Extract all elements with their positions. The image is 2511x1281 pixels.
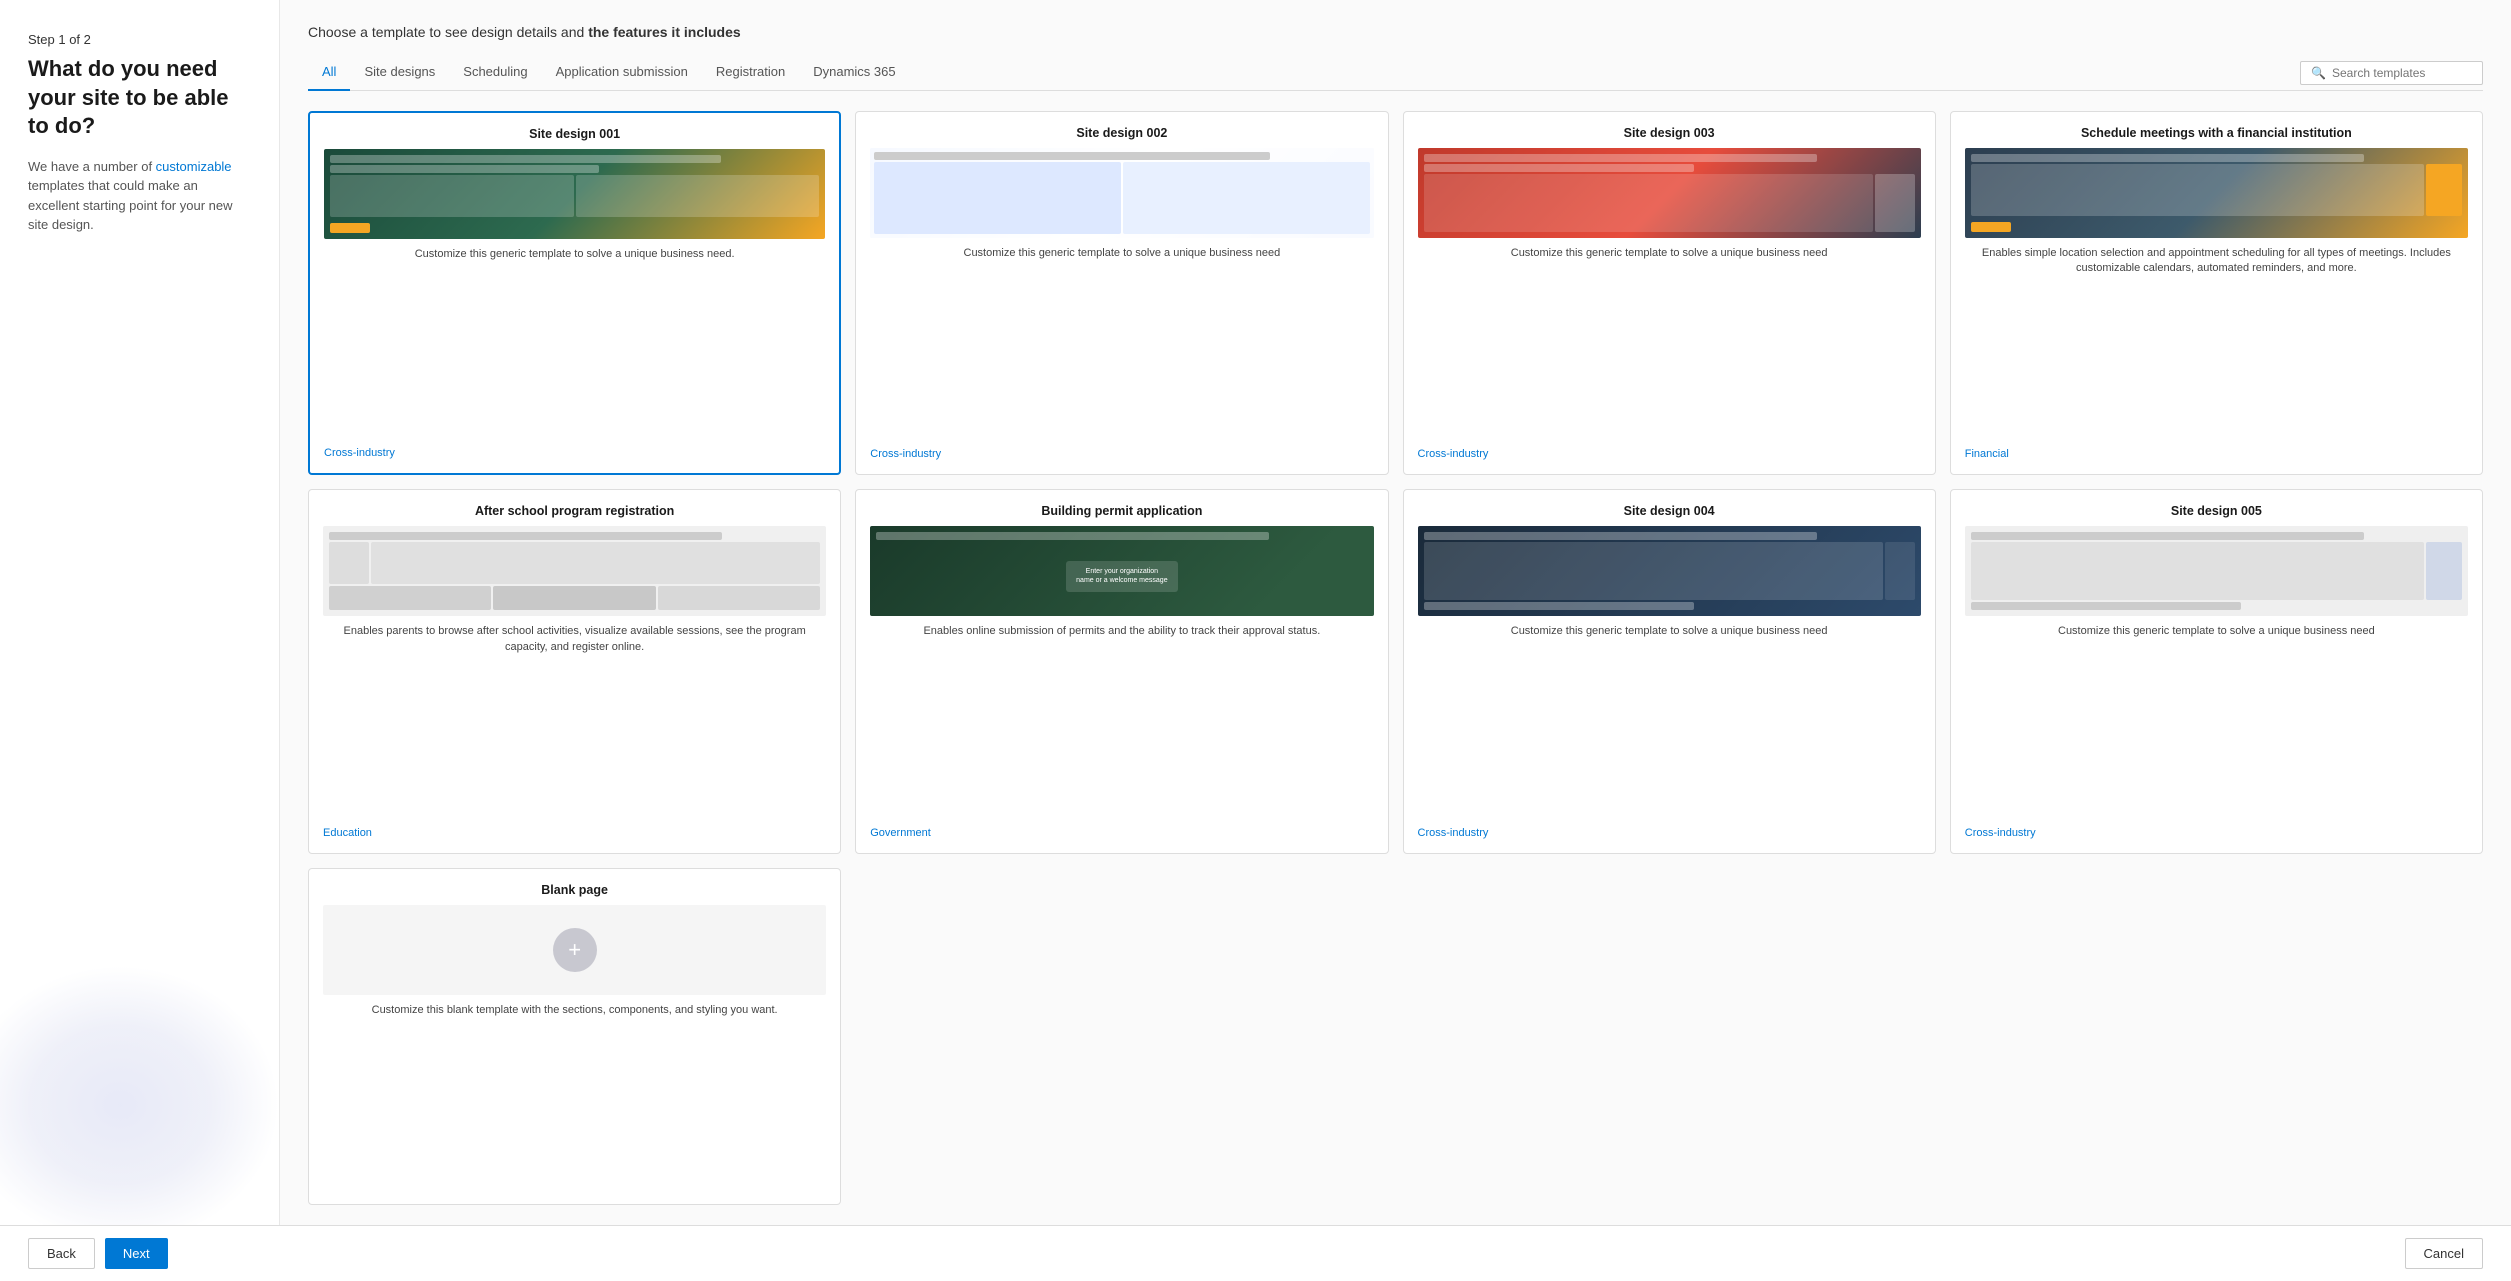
background-decoration — [0, 965, 280, 1225]
page-heading: What do you need your site to be able to… — [28, 55, 251, 141]
card-tag: Cross-industry — [1965, 827, 2468, 839]
search-icon: 🔍 — [2311, 66, 2326, 80]
template-card-site-design-003[interactable]: Site design 003 Customize this generic t… — [1403, 111, 1936, 475]
tab-application-submission[interactable]: Application submission — [542, 56, 702, 91]
search-input[interactable] — [2332, 66, 2472, 80]
left-panel: Step 1 of 2 What do you need your site t… — [0, 0, 280, 1225]
card-description: Customize this blank template with the s… — [323, 1003, 826, 1018]
card-tag: Cross-industry — [870, 448, 1373, 460]
card-title: Building permit application — [870, 504, 1373, 518]
template-grid: Site design 001 Customize this generic t… — [308, 111, 2483, 1225]
template-card-schedule-meetings[interactable]: Schedule meetings with a financial insti… — [1950, 111, 2483, 475]
next-button[interactable]: Next — [105, 1238, 168, 1269]
card-description: Customize this generic template to solve… — [324, 247, 825, 262]
panel-title: Choose a template to see design details … — [308, 24, 2483, 40]
tab-site-designs[interactable]: Site designs — [350, 56, 449, 91]
card-title: Schedule meetings with a financial insti… — [1965, 126, 2468, 140]
template-card-site-design-002[interactable]: Site design 002 Customize this generic t… — [855, 111, 1388, 475]
card-title: Site design 002 — [870, 126, 1373, 140]
template-card-site-design-001[interactable]: Site design 001 Customize this generic t… — [308, 111, 841, 475]
card-thumbnail — [323, 526, 826, 616]
card-tag: Cross-industry — [1418, 827, 1921, 839]
card-title: Site design 001 — [324, 127, 825, 141]
tabs-bar: All Site designs Scheduling Application … — [308, 56, 2483, 91]
card-tag: Financial — [1965, 448, 2468, 460]
card-thumbnail — [1965, 526, 2468, 616]
footer: Back Next Cancel — [0, 1225, 2511, 1281]
card-tag: Cross-industry — [324, 447, 825, 459]
card-title: Site design 005 — [1965, 504, 2468, 518]
tab-scheduling[interactable]: Scheduling — [449, 56, 541, 91]
card-description: Enables parents to browse after school a… — [323, 624, 826, 655]
card-title: Blank page — [323, 883, 826, 897]
card-description: Customize this generic template to solve… — [1418, 246, 1921, 261]
cancel-button[interactable]: Cancel — [2405, 1238, 2483, 1269]
card-thumbnail — [1965, 148, 2468, 238]
card-title: Site design 004 — [1418, 504, 1921, 518]
card-thumbnail — [1418, 526, 1921, 616]
search-box[interactable]: 🔍 — [2300, 61, 2483, 85]
card-title: After school program registration — [323, 504, 826, 518]
step-label: Step 1 of 2 — [28, 32, 251, 47]
right-panel: Choose a template to see design details … — [280, 0, 2511, 1225]
card-description: Customize this generic template to solve… — [1965, 624, 2468, 639]
card-title: Site design 003 — [1418, 126, 1921, 140]
card-description: Enables online submission of permits and… — [870, 624, 1373, 639]
card-tag: Cross-industry — [1418, 448, 1921, 460]
card-thumbnail — [870, 148, 1373, 238]
card-description: Customize this generic template to solve… — [870, 246, 1373, 261]
card-thumbnail — [1418, 148, 1921, 238]
template-card-building-permit[interactable]: Building permit application Enter your o… — [855, 489, 1388, 853]
template-card-after-school[interactable]: After school program registration — [308, 489, 841, 853]
template-card-site-design-005[interactable]: Site design 005 Customize this generic t… — [1950, 489, 2483, 853]
card-description: Enables simple location selection and ap… — [1965, 246, 2468, 277]
card-tag: Education — [323, 827, 826, 839]
blank-plus-icon: + — [553, 928, 597, 972]
card-thumbnail: + — [323, 905, 826, 995]
card-tag: Government — [870, 827, 1373, 839]
tab-all[interactable]: All — [308, 56, 350, 91]
card-thumbnail: Enter your organizationname or a welcome… — [870, 526, 1373, 616]
card-thumbnail — [324, 149, 825, 239]
footer-left-buttons: Back Next — [28, 1238, 168, 1269]
back-button[interactable]: Back — [28, 1238, 95, 1269]
card-description: Customize this generic template to solve… — [1418, 624, 1921, 639]
template-card-blank-page[interactable]: Blank page + Customize this blank templa… — [308, 868, 841, 1205]
template-card-site-design-004[interactable]: Site design 004 Customize this generic t… — [1403, 489, 1936, 853]
page-description: We have a number of customizable templat… — [28, 157, 251, 235]
tab-registration[interactable]: Registration — [702, 56, 799, 91]
tab-dynamics-365[interactable]: Dynamics 365 — [799, 56, 909, 91]
